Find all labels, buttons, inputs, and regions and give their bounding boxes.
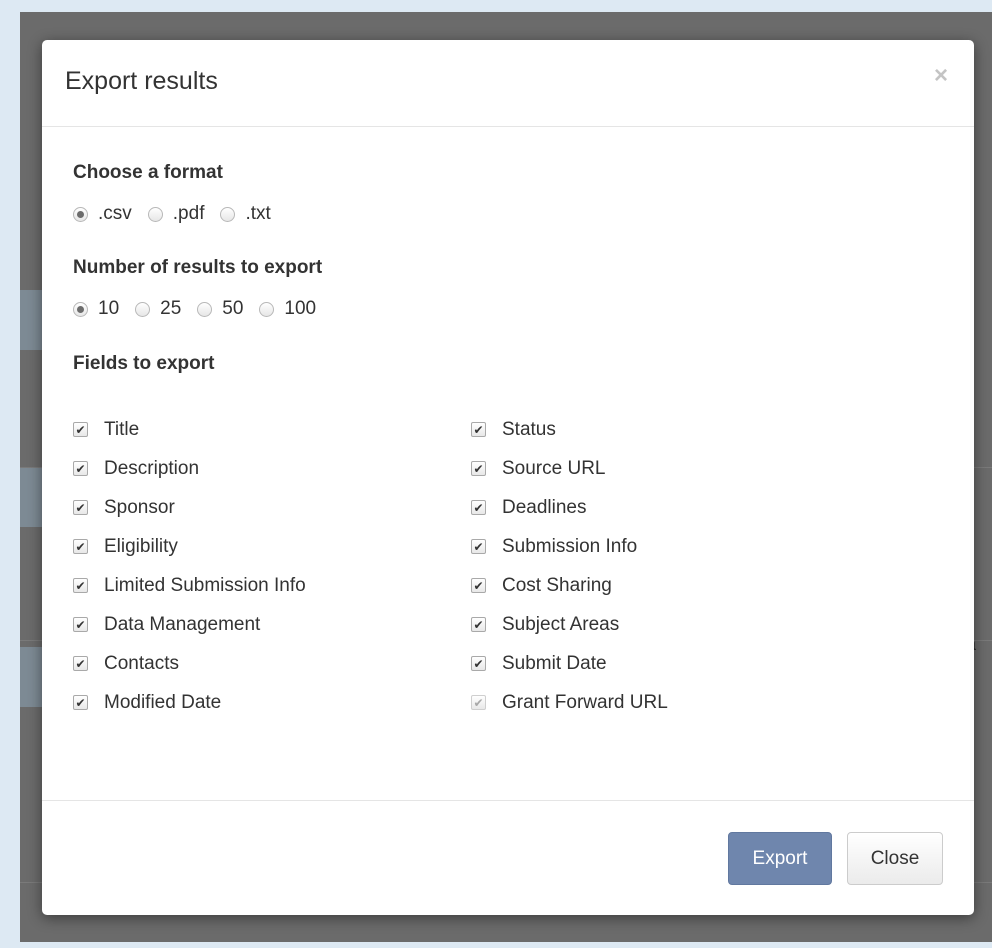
- field-label: Source URL: [502, 457, 606, 479]
- close-icon[interactable]: ×: [934, 64, 948, 88]
- field-label: Status: [502, 418, 556, 440]
- checkbox[interactable]: ✔: [73, 539, 88, 554]
- checkbox[interactable]: ✔: [73, 500, 88, 515]
- modal-body: Choose a format .csv .pdf .txt Number of…: [42, 128, 974, 801]
- radio-label: 25: [160, 298, 182, 319]
- field-eligibility[interactable]: ✔ Eligibility: [73, 527, 306, 566]
- radio-button[interactable]: [220, 206, 236, 222]
- field-label: Sponsor: [104, 496, 175, 518]
- checkbox[interactable]: ✔: [471, 578, 486, 593]
- field-modified-date[interactable]: ✔ Modified Date: [73, 683, 306, 722]
- checkbox[interactable]: ✔: [471, 500, 486, 515]
- checkbox[interactable]: ✔: [471, 461, 486, 476]
- radio-button[interactable]: [73, 206, 88, 222]
- radio-label: .txt: [245, 203, 271, 224]
- format-option-pdf[interactable]: .pdf: [147, 203, 205, 225]
- field-label: Submit Date: [502, 652, 607, 674]
- fields-heading: Fields to export: [73, 353, 215, 374]
- modal-title: Export results: [65, 67, 218, 95]
- checkbox[interactable]: ✔: [471, 422, 486, 437]
- field-data-management[interactable]: ✔ Data Management: [73, 605, 306, 644]
- radio-button[interactable]: [259, 301, 275, 317]
- field-label: Eligibility: [104, 535, 178, 557]
- field-label: Description: [104, 457, 200, 479]
- field-label: Deadlines: [502, 496, 587, 518]
- field-label: Subject Areas: [502, 613, 620, 635]
- count-option-100[interactable]: 100: [259, 298, 316, 320]
- radio-label: 50: [222, 298, 244, 319]
- field-label: Data Management: [104, 613, 261, 635]
- count-option-25[interactable]: 25: [135, 298, 181, 320]
- field-title[interactable]: ✔ Title: [73, 410, 306, 449]
- format-radio-group: .csv .pdf .txt: [73, 203, 287, 225]
- field-submit-date[interactable]: ✔ Submit Date: [471, 644, 668, 683]
- radio-button[interactable]: [147, 206, 163, 222]
- checkbox[interactable]: ✔: [73, 578, 88, 593]
- field-source-url[interactable]: ✔ Source URL: [471, 449, 668, 488]
- radio-label: .csv: [98, 203, 132, 224]
- field-label: Grant Forward URL: [502, 691, 668, 713]
- checkbox[interactable]: ✔: [73, 695, 88, 710]
- export-results-modal: Export results × Choose a format .csv .p…: [42, 40, 974, 915]
- radio-button[interactable]: [73, 301, 88, 317]
- count-option-10[interactable]: 10: [73, 298, 119, 320]
- field-contacts[interactable]: ✔ Contacts: [73, 644, 306, 683]
- field-submission-info[interactable]: ✔ Submission Info: [471, 527, 668, 566]
- field-label: Modified Date: [104, 691, 222, 713]
- modal-footer: Export Close: [42, 800, 974, 915]
- export-button[interactable]: Export: [728, 832, 832, 885]
- field-label: Contacts: [104, 652, 179, 674]
- field-grant-forward-url: ✔ Grant Forward URL: [471, 683, 668, 722]
- modal-header: Export results ×: [42, 40, 974, 127]
- fields-column-right: ✔ Status ✔ Source URL ✔ Deadlines ✔ Submissi…: [471, 410, 668, 722]
- field-label: Submission Info: [502, 535, 638, 557]
- count-option-50[interactable]: 50: [197, 298, 243, 320]
- field-label: Title: [104, 418, 140, 440]
- field-label: Limited Submission Info: [104, 574, 306, 596]
- checkbox[interactable]: ✔: [73, 617, 88, 632]
- radio-label: 100: [284, 298, 317, 319]
- field-subject-areas[interactable]: ✔ Subject Areas: [471, 605, 668, 644]
- format-option-csv[interactable]: .csv: [73, 203, 132, 225]
- field-sponsor[interactable]: ✔ Sponsor: [73, 488, 306, 527]
- count-radio-group: 10 25 50 100: [73, 298, 332, 320]
- radio-label: .pdf: [172, 203, 205, 224]
- format-option-txt[interactable]: .txt: [220, 203, 271, 225]
- field-deadlines[interactable]: ✔ Deadlines: [471, 488, 668, 527]
- field-description[interactable]: ✔ Description: [73, 449, 306, 488]
- radio-button[interactable]: [135, 301, 151, 317]
- field-limited-submission-info[interactable]: ✔ Limited Submission Info: [73, 566, 306, 605]
- radio-button[interactable]: [197, 301, 213, 317]
- checkbox[interactable]: ✔: [471, 617, 486, 632]
- field-label: Cost Sharing: [502, 574, 612, 596]
- radio-label: 10: [98, 298, 120, 319]
- count-heading: Number of results to export: [73, 257, 323, 278]
- checkbox[interactable]: ✔: [73, 461, 88, 476]
- field-cost-sharing[interactable]: ✔ Cost Sharing: [471, 566, 668, 605]
- checkbox-disabled: ✔: [471, 695, 486, 710]
- format-heading: Choose a format: [73, 162, 223, 183]
- fields-column-left: ✔ Title ✔ Description ✔ Sponsor ✔ Eligibilit…: [73, 410, 306, 722]
- checkbox[interactable]: ✔: [73, 656, 88, 671]
- field-status[interactable]: ✔ Status: [471, 410, 668, 449]
- close-button[interactable]: Close: [847, 832, 943, 885]
- checkbox[interactable]: ✔: [471, 656, 486, 671]
- checkbox[interactable]: ✔: [73, 422, 88, 437]
- checkbox[interactable]: ✔: [471, 539, 486, 554]
